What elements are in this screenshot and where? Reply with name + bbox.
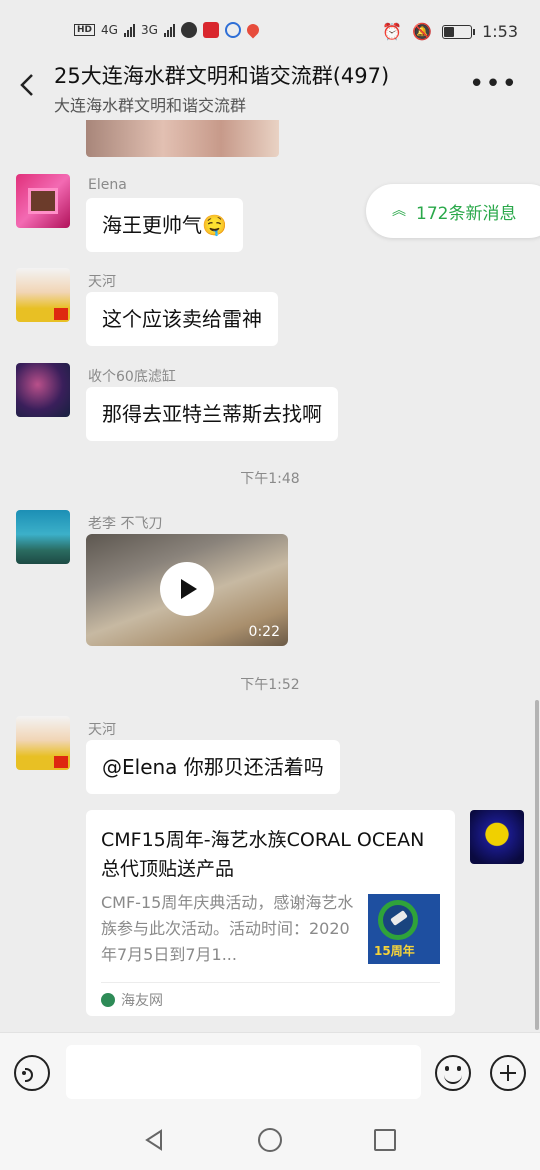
signal-3g-label: 3G	[140, 23, 158, 37]
message-input[interactable]	[66, 1045, 421, 1099]
baidu-notification-icon	[224, 22, 241, 38]
nav-home-icon[interactable]	[258, 1128, 282, 1152]
divider	[101, 982, 440, 983]
message-list[interactable]: Elena 海王更帅气🤤 天河 这个应该卖给雷神 收个60底滤缸 那得去亚特兰蒂…	[0, 120, 540, 1032]
sender-name: 老李 不飞刀	[88, 516, 163, 532]
input-bar	[0, 1032, 540, 1112]
image-message-partial[interactable]	[86, 120, 279, 157]
signal-strength-icon	[123, 23, 135, 37]
clock: 1:53	[482, 22, 518, 41]
link-card[interactable]: CMF15周年-海艺水族CORAL OCEAN总代顶贴送产品 CMF-15周年庆…	[86, 810, 455, 1016]
timestamp: 下午1:52	[240, 677, 300, 693]
avatar-tv-icon	[28, 188, 58, 214]
status-icons-left: HD 4G 3G	[74, 21, 262, 39]
sender-name: 天河	[88, 274, 116, 290]
signal-4g-label: 4G	[101, 23, 118, 37]
more-options-icon[interactable]: •••	[469, 71, 518, 97]
back-arrow-icon[interactable]	[14, 70, 44, 100]
link-card-title: CMF15周年-海艺水族CORAL OCEAN总代顶贴送产品	[101, 829, 425, 880]
avatar[interactable]	[16, 174, 70, 228]
chat-subtitle: 大连海水群文明和谐交流群	[54, 96, 247, 115]
system-nav-bar	[0, 1112, 540, 1170]
battery-fill	[444, 26, 454, 37]
plus-icon[interactable]	[490, 1055, 526, 1091]
play-icon[interactable]	[160, 562, 214, 616]
video-duration: 0:22	[248, 624, 280, 640]
app-notification-icon	[202, 22, 219, 38]
new-messages-label: 172条新消息	[416, 203, 517, 224]
battery-icon	[442, 24, 476, 39]
signal-strength-icon-2	[163, 23, 175, 37]
source-name: 海友网	[121, 993, 163, 1009]
alarm-icon: ⏰	[382, 22, 403, 41]
message-bubble[interactable]: 那得去亚特兰蒂斯去找啊	[86, 387, 338, 441]
voice-input-icon[interactable]	[14, 1055, 50, 1091]
sender-name: Elena	[88, 177, 127, 193]
location-pin-icon	[244, 21, 262, 39]
message-bubble[interactable]: @Elena 你那贝还活着吗	[86, 740, 340, 794]
status-icons-right: ⏰ 🔕 1:53	[382, 22, 518, 41]
nav-recent-apps-icon[interactable]	[374, 1129, 396, 1151]
nav-back-icon[interactable]	[142, 1128, 166, 1152]
anniversary-logo-icon	[378, 900, 418, 940]
source-logo-icon	[101, 993, 115, 1007]
flag-icon	[54, 308, 68, 320]
self-avatar[interactable]	[470, 810, 524, 864]
new-messages-button[interactable]: ︽ 172条新消息	[366, 184, 540, 238]
timestamp: 下午1:48	[240, 471, 300, 487]
link-card-thumbnail: 15周年	[368, 894, 440, 964]
video-message[interactable]: 0:22	[86, 534, 288, 646]
link-card-description: CMF-15周年庆典活动，感谢海艺水族参与此次活动。活动时间：2020年7月5日…	[101, 893, 354, 964]
message-bubble[interactable]: 这个应该卖给雷神	[86, 292, 278, 346]
flag-icon	[54, 756, 68, 768]
chat-title: 25大连海水群文明和谐交流群(497)	[54, 64, 390, 88]
mute-icon: 🔕	[412, 22, 433, 41]
scrollbar[interactable]	[535, 700, 539, 1030]
double-chevron-up-icon: ︽	[392, 203, 406, 219]
avatar[interactable]	[16, 510, 70, 564]
avatar[interactable]	[16, 363, 70, 417]
thumbnail-caption: 15周年	[374, 944, 415, 958]
chat-notification-icon	[180, 22, 197, 38]
sender-name: 天河	[88, 722, 116, 738]
sender-name: 收个60底滤缸	[88, 369, 176, 385]
emoji-icon[interactable]	[435, 1055, 471, 1091]
avatar[interactable]	[16, 716, 70, 770]
avatar[interactable]	[16, 268, 70, 322]
hd-badge: HD	[74, 24, 96, 36]
message-bubble[interactable]: 海王更帅气🤤	[86, 198, 243, 252]
chat-header: 25大连海水群文明和谐交流群(497) 大连海水群文明和谐交流群 •••	[0, 52, 540, 120]
link-card-source: 海友网	[101, 990, 163, 1010]
